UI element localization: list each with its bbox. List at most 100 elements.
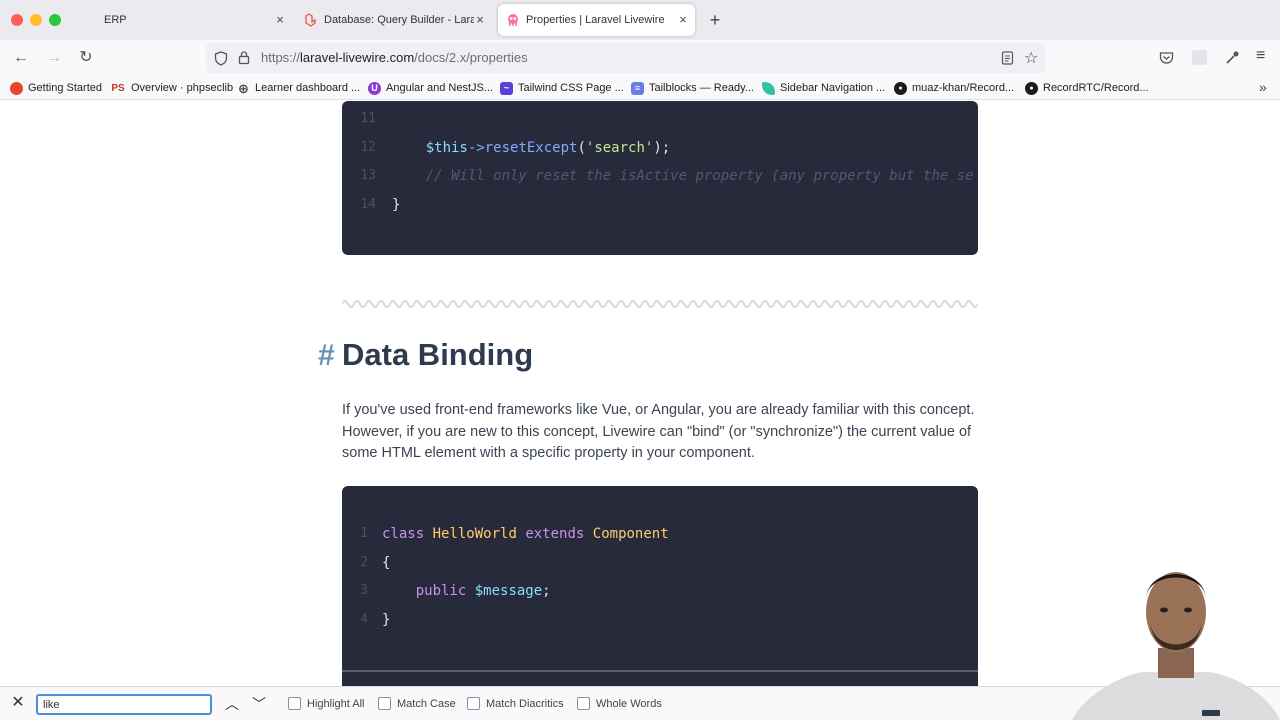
line-number: 14 [360,196,376,212]
bookmark-item[interactable]: Getting Started [10,80,102,96]
laravel-icon [305,13,316,27]
option-label: Highlight All [307,697,365,710]
udemy-icon: U [368,81,381,95]
bookmark-item[interactable]: Sidebar Navigation ... [762,80,885,96]
pocket-icon[interactable] [1159,51,1174,65]
bookmark-label: Tailblocks — Ready... [649,82,754,94]
section-paragraph: If you've used front-end frameworks like… [342,402,975,461]
code-line: 2{ [342,555,978,575]
code-text: { [382,554,391,571]
checkbox-box[interactable] [288,697,301,710]
eyedropper-icon[interactable] [1225,50,1240,65]
chevron-down-icon[interactable]: ﹀ [251,696,267,712]
window-minimize-button[interactable] [30,14,42,26]
line-number: 11 [360,111,376,126]
back-arrow-icon[interactable]: ← [10,48,32,68]
match-case-checkbox[interactable]: Match Case [378,697,456,710]
ps-icon: PS [111,82,125,94]
tab-title: Database: Query Builder - Laravel [324,14,474,26]
anchor-link-hash[interactable]: # [318,339,335,373]
code-text: } [382,611,391,628]
window-close-button[interactable] [11,14,23,26]
browser-window: ERP × Database: Query Builder - Laravel … [0,0,1280,720]
checkbox-box[interactable] [378,697,391,710]
shield-icon[interactable] [214,51,228,66]
checkbox-box[interactable] [577,697,590,710]
code-line: 11 [342,111,978,131]
bookmark-star-icon[interactable]: ☆ [1024,48,1038,68]
close-icon[interactable]: × [472,12,488,28]
bookmark-item[interactable]: ● muaz-khan/Record... [894,80,1014,96]
navigation-toolbar: ← → ↻ https://laravel-livewire.com/docs/… [0,40,1280,76]
line-number: 4 [360,611,368,627]
url-text: https://laravel-livewire.com/docs/2.x/pr… [261,50,528,65]
tab-query-builder[interactable]: Database: Query Builder - Laravel × [296,4,492,36]
bookmark-label: RecordRTC/Record... [1043,82,1149,94]
firefox-icon [10,81,23,95]
bookmark-item[interactable]: U Angular and NestJS... [368,80,493,96]
code-text: class HelloWorld extends Component [382,526,669,542]
bookmark-label: Sidebar Navigation ... [780,82,886,94]
forward-arrow-icon[interactable]: → [43,48,65,68]
extension-icon[interactable] [1192,50,1207,65]
livewire-icon [508,14,518,26]
reload-icon[interactable]: ↻ [75,48,97,68]
tab-properties-livewire[interactable]: Properties | Laravel Livewire × [498,4,695,36]
url-scheme: https:// [261,50,301,65]
code-line: 14} [342,197,978,217]
code-text: public $message; [415,583,551,599]
whole-words-checkbox[interactable]: Whole Words [577,697,662,710]
section-heading: Data Binding [342,337,534,372]
code-line: 3 public $message; [342,583,978,603]
section-divider [342,300,978,308]
lock-icon[interactable] [238,50,250,65]
menu-hamburger-icon[interactable]: ≡ [1256,47,1265,65]
line-number: 2 [360,554,368,570]
webcam-overlay [1072,572,1280,720]
checkbox-box[interactable] [467,697,480,710]
github-icon: ● [1025,81,1038,95]
window-maximize-button[interactable] [49,14,61,26]
tailwind-icon: ~ [500,81,513,95]
bookmarks-toolbar: Getting Started PS Overview · phpseclib … [0,76,1280,100]
code-line: 4} [342,612,978,632]
close-icon[interactable]: × [675,12,691,28]
github-icon: ● [894,81,907,95]
bookmark-label: Tailwind CSS Page ... [518,82,624,94]
highlight-all-checkbox[interactable]: Highlight All [288,697,364,710]
bookmark-item[interactable]: PS Overview · phpseclib [110,80,233,96]
globe-icon: ⊕ [238,80,249,96]
line-number: 12 [360,139,376,155]
bookmark-label: Overview · phpseclib [131,82,234,94]
match-diacritics-checkbox[interactable]: Match Diacritics [467,697,564,710]
tab-title: Properties | Laravel Livewire [526,14,665,26]
close-icon[interactable]: ✕ [10,695,26,711]
bookmark-item[interactable]: ● RecordRTC/Record... [1025,80,1149,96]
bookmark-item[interactable]: ~ Tailwind CSS Page ... [500,80,624,96]
code-line: 1 class HelloWorld extends Component [342,526,978,546]
line-number: 3 [360,583,368,598]
find-input[interactable] [36,694,212,715]
tab-erp[interactable]: ERP × [96,4,292,36]
line-number: 13 [360,168,376,183]
reader-view-icon[interactable] [1001,51,1014,65]
bookmark-label: Angular and NestJS... [386,82,494,94]
bookmarks-overflow-chevron-icon[interactable]: » [1259,79,1267,95]
option-label: Match Case [397,697,456,710]
bookmark-item[interactable]: ⊕ Learner dashboard ... [237,80,360,96]
new-tab-button[interactable]: + [704,9,726,31]
code-scrollbar[interactable] [342,670,978,672]
close-icon[interactable]: × [272,12,288,28]
line-number: 1 [360,526,368,541]
code-block-hello-world: 1 class HelloWorld extends Component 2{3 p… [342,486,978,686]
url-path: /docs/2.x/properties [414,50,528,65]
code-text: $this->resetExcept('search'); [425,139,671,156]
bookmark-label: muaz-khan/Record... [912,82,1015,94]
code-text: } [392,196,401,213]
leaf-icon [762,81,775,95]
code-line: 12 $this->resetExcept('search'); [342,140,978,160]
tab-title: ERP [104,14,127,26]
chevron-up-icon[interactable]: ︿ [224,696,240,712]
bookmark-item[interactable]: ≡ Tailblocks — Ready... [631,80,754,96]
address-bar[interactable]: https://laravel-livewire.com/docs/2.x/pr… [206,43,1046,73]
